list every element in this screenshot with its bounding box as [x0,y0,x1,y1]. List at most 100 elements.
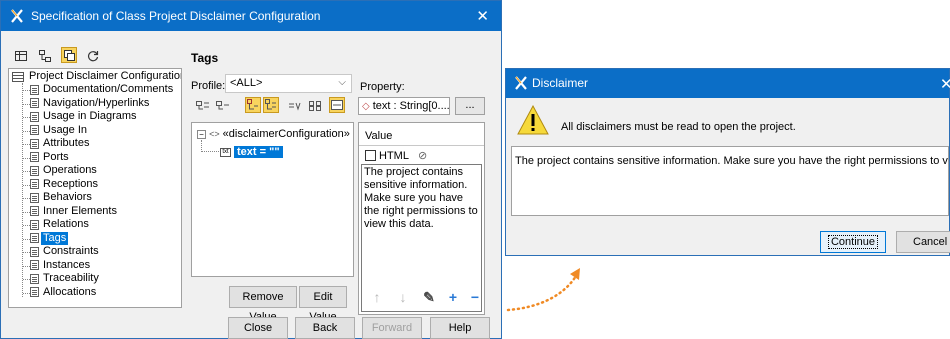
tree-item-label: Attributes [43,137,90,149]
tree-connector-line [23,171,30,172]
remove-value-button[interactable]: Remove Value [229,286,297,323]
tree-root-item[interactable]: Project Disclaimer Configuration [12,70,181,83]
add-icon[interactable]: + [445,289,461,305]
tree-item-label: Relations [43,218,89,230]
show-applied-icon[interactable] [245,97,261,113]
tree-connector-line [23,157,30,159]
html-checkbox-row[interactable]: HTML ⊘ [365,149,427,162]
refresh-icon[interactable] [85,48,101,64]
collapse-all-icon[interactable] [215,98,231,114]
page-icon [30,84,39,95]
tag-connector-line [201,140,219,152]
page-icon [30,152,39,162]
html-checkbox[interactable] [365,150,376,161]
edit-pencil-icon[interactable]: ✎ [421,289,437,305]
tree-connector-line [23,225,30,226]
list-view-icon[interactable] [13,48,29,64]
tree-item-label: Usage in Diagrams [43,110,137,122]
tree-connector-line [23,252,30,253]
tree-item-documentation-comments[interactable]: Documentation/Comments [30,83,175,96]
tree-item-label: Ports [43,150,69,163]
page-icon [30,179,39,189]
specification-tree[interactable]: Project Disclaimer Configuration Documen… [8,68,182,308]
tree-item-relations[interactable]: Relations [30,218,91,231]
tree-item-navigation-hyperlinks[interactable]: Navigation/Hyperlinks [30,97,151,110]
disclaimer-text-area[interactable]: The project contains sensitive informati… [511,146,949,216]
tree-item-attributes[interactable]: Attributes [30,137,91,150]
html-label: HTML [379,149,409,162]
grid-view-icon[interactable] [307,98,323,114]
spec-close-icon[interactable]: ✕ [476,7,489,25]
tag-value-selected: text = "" [234,146,283,158]
tree-item-receptions[interactable]: Receptions [30,178,100,191]
class-icon [12,71,24,82]
magicdraw-app-icon [11,9,23,23]
tree-connector-line [23,103,30,105]
tree-item-inner-elements[interactable]: Inner Elements [30,205,119,218]
tree-connector-line [23,211,30,213]
page-icon [30,206,39,216]
tree-connector-line [23,279,30,280]
tree-item-usage-in-diagrams[interactable]: Usage in Diagrams [30,110,139,123]
disclaimer-title-bar[interactable]: Disclaimer ✕ [506,69,950,98]
tree-item-operations[interactable]: Operations [30,164,99,177]
tree-connector-line [23,90,30,91]
page-icon [30,192,39,203]
arrow-icon [506,268,580,312]
disclaimer-close-icon[interactable]: ✕ [940,75,950,93]
tree-item-label: Tags [41,231,69,245]
stereotype-icon: <> [209,129,220,139]
value-panel: Value HTML ⊘ The project contains sensit… [358,122,485,315]
tree-item-constraints[interactable]: Constraints [30,245,101,258]
property-more-button[interactable]: ... [455,97,485,115]
tree-item-tags[interactable]: Tags [30,231,69,245]
continue-button[interactable]: Continue [820,231,886,253]
stereotype-row[interactable]: − <> «disclaimerConfiguration» [197,128,350,140]
profile-value: <ALL> [230,77,263,89]
chevron-down-icon: ⌵ [338,77,346,88]
page-icon [30,138,39,149]
profile-label: Profile: [191,80,226,92]
spec-title-bar[interactable]: Specification of Class Project Disclaime… [1,1,501,31]
tree-item-label: Documentation/Comments [43,83,174,95]
default-value-icon[interactable] [287,98,303,114]
tree-item-label: Constraints [43,245,99,257]
remove-icon[interactable]: − [467,289,483,305]
close-button[interactable]: Close [228,317,288,339]
profile-dropdown[interactable]: <ALL> ⌵ [225,74,352,93]
section-title: Tags [191,51,219,65]
tree-item-traceability[interactable]: Traceability [30,272,101,285]
page-icon [30,260,39,270]
tree-item-instances[interactable]: Instances [30,259,92,272]
property-field[interactable]: ◇ text : String[0.... [358,97,450,115]
cancel-button[interactable]: Cancel [896,231,950,253]
back-button[interactable]: Back [295,317,355,339]
tree-item-label: Allocations [43,285,97,298]
page-icon [30,287,39,297]
expand-all-icon[interactable] [195,98,211,114]
tree-item-usage-in[interactable]: Usage In [30,124,89,137]
tree-item-label: Behaviors [43,191,92,203]
text-view-icon[interactable] [329,97,345,113]
link-icon[interactable]: ⊘ [418,149,427,162]
tree-item-label: Receptions [43,177,99,190]
help-button[interactable]: Help [430,317,490,339]
move-up-icon[interactable]: ↑ [369,289,385,305]
show-tagged-icon[interactable] [263,97,279,113]
move-down-icon[interactable]: ↓ [395,289,411,305]
tree-item-label: Operations [43,164,97,176]
tree-item-allocations[interactable]: Allocations [30,286,98,299]
page-icon [30,165,39,176]
value-label: Value [365,130,393,142]
tree-item-ports[interactable]: Ports [30,151,71,164]
forward-button[interactable]: Forward [362,317,422,339]
tree-item-behaviors[interactable]: Behaviors [30,191,94,204]
specification-dialog: Specification of Class Project Disclaime… [0,0,502,339]
tag-tree[interactable]: − <> «disclaimerConfiguration» txt text … [191,122,354,277]
tag-value-row[interactable]: txt text = "" [220,146,283,158]
tree-view-icon[interactable] [37,48,53,64]
expert-mode-icon[interactable] [61,47,77,63]
edit-value-button[interactable]: Edit Value [299,286,347,323]
collapse-toggle-icon[interactable]: − [197,129,206,139]
divider [359,145,484,146]
